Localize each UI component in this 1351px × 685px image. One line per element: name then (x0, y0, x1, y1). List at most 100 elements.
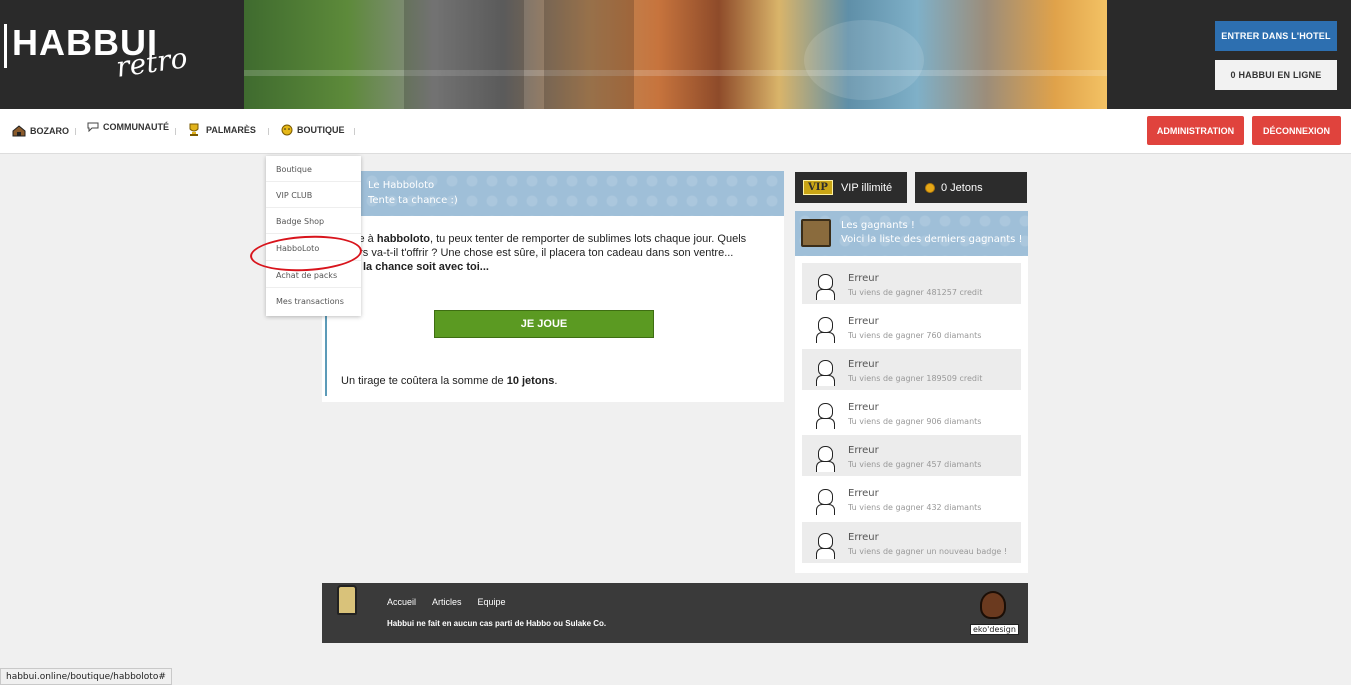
winner-name: Erreur (848, 445, 879, 456)
intro-bold: habboloto (376, 233, 431, 245)
winner-row: Erreur Tu viens de gagner 189509 credit (802, 349, 1021, 390)
cost-text: Un tirage te coûtera la somme de 10 jeto… (341, 375, 557, 387)
cost-amount: 10 jetons (506, 375, 555, 387)
avatar-icon (816, 533, 836, 559)
dropdown-item-achat-packs[interactable]: Achat de packs (276, 271, 337, 280)
winner-name: Erreur (848, 273, 879, 284)
intro-text: ce à habboloto, tu peux tenter de rempor… (353, 232, 773, 274)
winner-desc: Tu viens de gagner 760 diamants (848, 331, 982, 340)
banner-building (404, 0, 524, 109)
smiley-coin-icon (281, 124, 293, 136)
winner-desc: Tu viens de gagner 481257 credit (848, 288, 983, 297)
avatar-icon (816, 446, 836, 472)
winner-row: Erreur Tu viens de gagner 457 diamants (802, 435, 1021, 476)
winner-row: Erreur Tu viens de gagner 906 diamants (802, 392, 1021, 433)
habboloto-panel: Le Habboloto Tente ta chance :) ce à hab… (322, 171, 784, 402)
winner-desc: Tu viens de gagner un nouveau badge ! (848, 547, 1008, 556)
hotel-banner-image (244, 0, 1107, 109)
online-label: HABBUI EN LIGNE (1238, 70, 1322, 80)
winner-row: Erreur Tu viens de gagner 760 diamants (802, 306, 1021, 347)
trophy-icon (189, 123, 199, 136)
browser-status-url: habbui.online/boutique/habboloto# (0, 668, 172, 685)
vip-label: VIP illimité (840, 181, 893, 194)
site-header: HABBUI retro ENTRER DANS L'HOTEL 0 HABBU… (0, 0, 1351, 109)
banner-fountain (804, 20, 924, 100)
eko-design-credit: eko'design (970, 591, 1020, 637)
panel-subtitle: Tente ta chance :) (368, 195, 458, 206)
dropdown-divider (266, 181, 361, 182)
nav-item-communaute[interactable]: COMMUNAUTÉ (87, 122, 169, 132)
speech-bubble-icon (87, 122, 99, 132)
nav-item-bozaro[interactable]: BOZARO (12, 125, 69, 137)
winner-row: Erreur Tu viens de gagner un nouveau bad… (802, 522, 1021, 563)
footer-link-accueil[interactable]: Accueil (387, 597, 416, 607)
cost-post: . (554, 375, 558, 387)
logout-button[interactable]: DÉCONNEXION (1252, 116, 1341, 145)
avatar-icon (816, 274, 836, 300)
dropdown-divider (266, 287, 361, 288)
footer-link-articles[interactable]: Articles (432, 597, 462, 607)
winners-header: Les gagnants ! Voici la liste des dernie… (795, 211, 1028, 256)
designer-avatar-icon (980, 591, 1006, 619)
dropdown-divider (266, 233, 361, 234)
play-button[interactable]: JE JOUE (434, 310, 654, 338)
nav-divider (175, 128, 176, 135)
winner-desc: Tu viens de gagner 457 diamants (848, 460, 982, 469)
jetons-box[interactable]: 0 Jetons (915, 172, 1027, 203)
logo-bar (4, 24, 7, 68)
dropdown-item-transactions[interactable]: Mes transactions (276, 297, 344, 306)
treasure-chest-icon (801, 219, 831, 247)
main-nav: BOZARO COMMUNAUTÉ PALMARÈS BOUTIQUE ADMI… (0, 109, 1351, 154)
dropdown-item-boutique[interactable]: Boutique (276, 165, 312, 174)
nav-divider (268, 128, 269, 135)
footer-disclaimer: Habbui ne fait en aucun cas parti de Hab… (387, 619, 607, 628)
site-footer: Accueil Articles Equipe Habbui ne fait e… (322, 583, 1028, 643)
intro-line2: ors va-t-il t'offrir ? Une chose est sûr… (353, 247, 734, 259)
vip-status-box[interactable]: VIP VIP illimité (795, 172, 907, 203)
avatar-icon (816, 360, 836, 386)
jetons-label: 0 Jetons (941, 181, 983, 194)
online-count: 0 (1230, 70, 1236, 80)
footer-link-equipe[interactable]: Equipe (478, 597, 506, 607)
intro-line3: la chance soit avec toi... (363, 261, 489, 273)
winner-desc: Tu viens de gagner 189509 credit (848, 374, 983, 383)
habbui-mini-logo-icon (337, 585, 357, 615)
winner-row: Erreur Tu viens de gagner 481257 credit (802, 263, 1021, 304)
banner-building (544, 0, 634, 109)
online-count-button[interactable]: 0 HABBUI EN LIGNE (1215, 60, 1337, 90)
winner-desc: Tu viens de gagner 432 diamants (848, 503, 982, 512)
nav-label: PALMARÈS (206, 125, 256, 135)
dropdown-divider (266, 207, 361, 208)
winners-panel: Les gagnants ! Voici la liste des dernie… (795, 211, 1028, 573)
credit-label: eko'design (970, 624, 1019, 635)
avatar-icon (816, 403, 836, 429)
footer-links: Accueil Articles Equipe (387, 597, 506, 607)
administration-button[interactable]: ADMINISTRATION (1147, 116, 1244, 145)
avatar-icon (816, 317, 836, 343)
nav-label: BOZARO (30, 126, 69, 136)
intro-line1: , tu peux tenter de remporter de sublime… (430, 233, 747, 245)
cost-pre: Un tirage te coûtera la somme de (341, 375, 507, 387)
panel-title: Le Habboloto (368, 180, 435, 191)
banner-street (244, 70, 1107, 76)
nav-divider (75, 128, 76, 135)
winner-name: Erreur (848, 488, 879, 499)
winner-name: Erreur (848, 359, 879, 370)
winner-name: Erreur (848, 316, 879, 327)
winner-name: Erreur (848, 532, 879, 543)
panel-header: Le Habboloto Tente ta chance :) (322, 171, 784, 216)
nav-item-palmares[interactable]: PALMARÈS (186, 123, 256, 137)
coin-icon (925, 182, 935, 193)
dropdown-item-vip-club[interactable]: VIP CLUB (276, 191, 312, 200)
winners-subtitle: Voici la liste des derniers gagnants ! (841, 234, 1023, 245)
nav-divider (354, 128, 355, 135)
winner-row: Erreur Tu viens de gagner 432 diamants (802, 478, 1021, 519)
house-icon (12, 125, 26, 137)
vip-badge-icon: VIP (803, 180, 833, 195)
nav-label: COMMUNAUTÉ (103, 122, 169, 132)
nav-item-boutique[interactable]: BOUTIQUE (281, 124, 345, 136)
winners-title: Les gagnants ! (841, 220, 915, 231)
enter-hotel-button[interactable]: ENTRER DANS L'HOTEL (1215, 21, 1337, 51)
dropdown-item-badge-shop[interactable]: Badge Shop (276, 217, 324, 226)
nav-label: BOUTIQUE (297, 125, 345, 135)
